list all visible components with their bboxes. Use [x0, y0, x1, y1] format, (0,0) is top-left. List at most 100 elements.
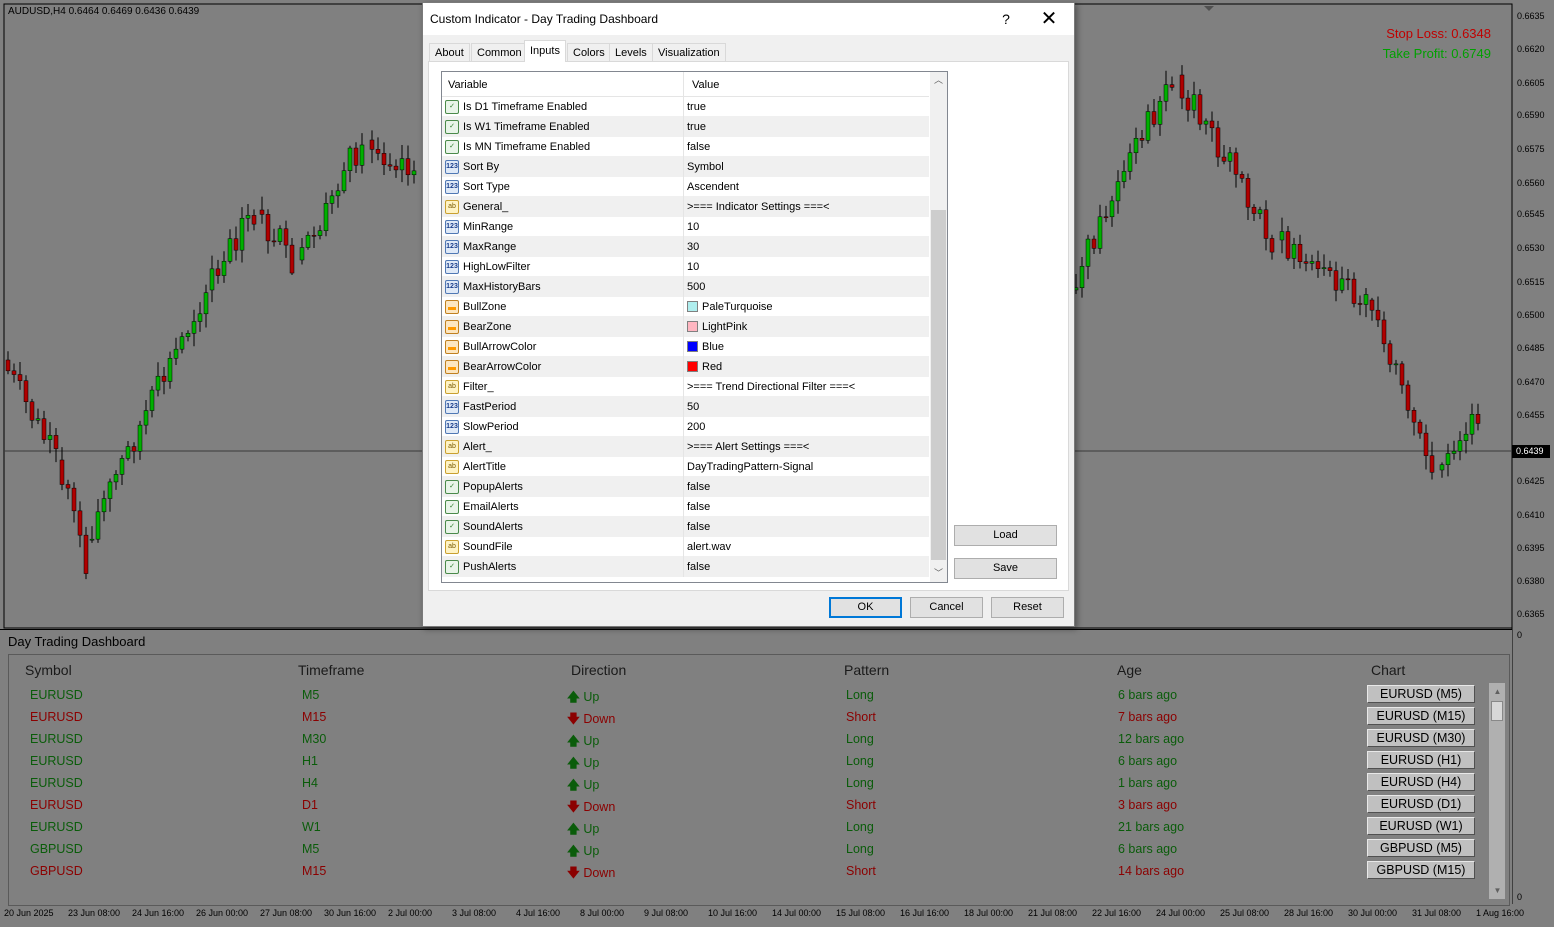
open-chart-button[interactable]: GBPUSD (M5)	[1367, 839, 1475, 857]
close-icon[interactable]: ✕	[1034, 7, 1064, 31]
grid-scrollbar[interactable]: ︿ ﹀	[930, 72, 947, 582]
input-row[interactable]: ab Alert_ >=== Alert Settings ===<	[442, 437, 929, 457]
candle-body	[1315, 261, 1321, 270]
input-row[interactable]: ✓ Is D1 Timeframe Enabled true	[442, 97, 929, 117]
input-row[interactable]: 123 MaxHistoryBars 500	[442, 277, 929, 297]
tab-visualization[interactable]: Visualization	[652, 43, 726, 61]
input-value[interactable]: Ascendent	[687, 181, 739, 193]
input-variable: Is D1 Timeframe Enabled	[463, 101, 588, 113]
boolean-icon: ✓	[445, 100, 459, 114]
input-row[interactable]: 123 FastPeriod 50	[442, 397, 929, 417]
open-chart-button[interactable]: EURUSD (D1)	[1367, 795, 1475, 813]
header-value[interactable]: Value	[692, 79, 719, 91]
input-value[interactable]: Red	[687, 361, 722, 373]
open-chart-button[interactable]: EURUSD (H1)	[1367, 751, 1475, 769]
input-value[interactable]: DayTradingPattern-Signal	[687, 461, 813, 473]
scroll-down-icon[interactable]: ▼	[1489, 882, 1506, 899]
input-value[interactable]: false	[687, 481, 710, 493]
candle-body	[1387, 343, 1393, 365]
string-icon: ab	[445, 460, 459, 474]
cell-pattern: Short	[846, 710, 876, 724]
tab-about[interactable]: About	[429, 43, 470, 61]
color-swatch	[687, 361, 698, 372]
cell-symbol: EURUSD	[30, 776, 83, 790]
scroll-down-icon[interactable]: ﹀	[930, 565, 947, 582]
candle-body	[71, 487, 77, 512]
arrow-up-icon: 🡅	[567, 734, 584, 748]
input-row[interactable]: BullArrowColor Blue	[442, 337, 929, 357]
direction-text: Up	[583, 822, 600, 836]
open-chart-button[interactable]: GBPUSD (M15)	[1367, 861, 1475, 879]
open-chart-button[interactable]: EURUSD (W1)	[1367, 817, 1475, 835]
ok-button[interactable]: OK	[829, 597, 902, 618]
input-row[interactable]: ✓ EmailAlerts false	[442, 497, 929, 517]
input-value[interactable]: >=== Trend Directional Filter ===<	[687, 381, 855, 393]
input-value[interactable]: alert.wav	[687, 541, 731, 553]
input-value[interactable]: true	[687, 101, 706, 113]
scroll-up-icon[interactable]: ▲	[1489, 683, 1506, 700]
cancel-button[interactable]: Cancel	[910, 597, 983, 618]
candle-body	[265, 214, 271, 242]
tab-colors[interactable]: Colors	[567, 43, 611, 61]
input-row[interactable]: BearZone LightPink	[442, 317, 929, 337]
candle-body	[131, 446, 137, 452]
input-row[interactable]: 123 SlowPeriod 200	[442, 417, 929, 437]
input-row[interactable]: 123 Sort Type Ascendent	[442, 177, 929, 197]
scroll-thumb[interactable]	[1491, 701, 1503, 721]
tab-common[interactable]: Common	[471, 43, 528, 61]
time-tick-label: 15 Jul 08:00	[836, 908, 886, 918]
save-button[interactable]: Save	[954, 558, 1057, 579]
input-value[interactable]: true	[687, 121, 706, 133]
dashboard-row: EURUSD H4 🡅 Up Long 1 bars ago EURUSD (H4)	[9, 772, 1489, 794]
input-value[interactable]: >=== Indicator Settings ===<	[687, 201, 830, 213]
input-row[interactable]: ab SoundFile alert.wav	[442, 537, 929, 557]
input-value[interactable]: Symbol	[687, 161, 724, 173]
input-value[interactable]: 50	[687, 401, 699, 413]
header-variable[interactable]: Variable	[448, 79, 488, 91]
open-chart-button[interactable]: EURUSD (H4)	[1367, 773, 1475, 791]
open-chart-button[interactable]: EURUSD (M15)	[1367, 707, 1475, 725]
input-row[interactable]: BearArrowColor Red	[442, 357, 929, 377]
input-row[interactable]: 123 MaxRange 30	[442, 237, 929, 257]
tab-levels[interactable]: Levels	[609, 43, 653, 61]
input-value[interactable]: 10	[687, 261, 699, 273]
candle-body	[1279, 231, 1285, 241]
help-button[interactable]: ?	[994, 9, 1018, 29]
tab-inputs[interactable]: Inputs	[524, 40, 566, 62]
input-row[interactable]: ab General_ >=== Indicator Settings ===<	[442, 197, 929, 217]
time-tick-label: 30 Jul 00:00	[1348, 908, 1398, 918]
input-row[interactable]: ab Filter_ >=== Trend Directional Filter =…	[442, 377, 929, 397]
input-value[interactable]: false	[687, 561, 710, 573]
input-value[interactable]: false	[687, 141, 710, 153]
input-row[interactable]: ✓ SoundAlerts false	[442, 517, 929, 537]
input-value[interactable]: >=== Alert Settings ===<	[687, 441, 809, 453]
cell-timeframe: M15	[302, 864, 327, 878]
load-button[interactable]: Load	[954, 525, 1057, 546]
input-value[interactable]: PaleTurquoise	[687, 301, 773, 313]
input-value[interactable]: false	[687, 521, 710, 533]
input-row[interactable]: ✓ PushAlerts false	[442, 557, 929, 577]
candle-body	[1251, 206, 1257, 214]
scroll-up-icon[interactable]: ︿	[930, 72, 947, 89]
input-row[interactable]: ✓ Is MN Timeframe Enabled false	[442, 137, 929, 157]
input-row[interactable]: ✓ PopupAlerts false	[442, 477, 929, 497]
reset-button[interactable]: Reset	[991, 597, 1064, 618]
input-row[interactable]: ✓ Is W1 Timeframe Enabled true	[442, 117, 929, 137]
input-row[interactable]: BullZone PaleTurquoise	[442, 297, 929, 317]
input-row[interactable]: 123 HighLowFilter 10	[442, 257, 929, 277]
open-chart-button[interactable]: EURUSD (M30)	[1367, 729, 1475, 747]
open-chart-button[interactable]: EURUSD (M5)	[1367, 685, 1475, 703]
input-value[interactable]: LightPink	[687, 321, 747, 333]
input-row[interactable]: 123 Sort By Symbol	[442, 157, 929, 177]
input-row[interactable]: 123 MinRange 10	[442, 217, 929, 237]
input-value[interactable]: 500	[687, 281, 705, 293]
input-value[interactable]: 200	[687, 421, 705, 433]
scroll-thumb[interactable]	[931, 210, 946, 560]
input-value[interactable]: false	[687, 501, 710, 513]
input-value[interactable]: 10	[687, 221, 699, 233]
dashboard-scrollbar[interactable]: ▲ ▼	[1489, 683, 1505, 899]
dialog-titlebar[interactable]: Custom Indicator - Day Trading Dashboard…	[423, 3, 1074, 35]
input-value[interactable]: Blue	[687, 341, 724, 353]
input-value[interactable]: 30	[687, 241, 699, 253]
input-row[interactable]: ab AlertTitle DayTradingPattern-Signal	[442, 457, 929, 477]
